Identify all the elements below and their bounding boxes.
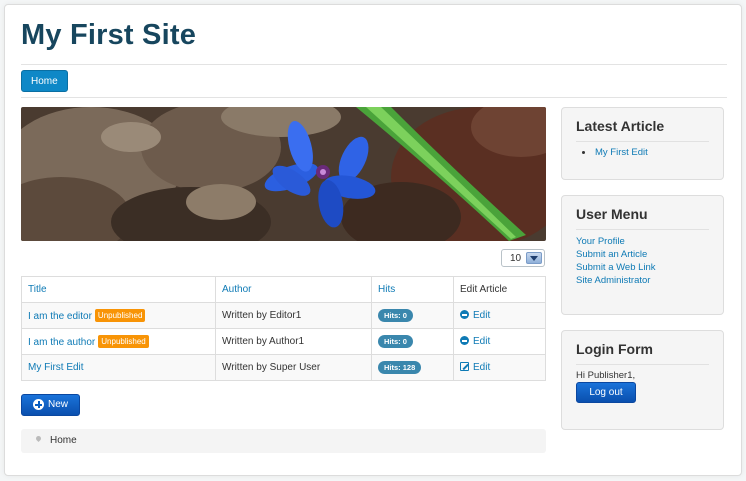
user-menu-your-profile[interactable]: Your Profile	[576, 235, 656, 248]
column-header-author[interactable]: Author	[215, 276, 372, 303]
user-menu-title: User Menu	[576, 206, 648, 222]
chevron-down-icon[interactable]	[526, 252, 542, 264]
latest-article-link[interactable]: My First Edit	[595, 147, 648, 158]
bullet-icon	[582, 151, 585, 154]
column-header-author-label[interactable]: Author	[222, 284, 251, 295]
table-row: I am the editor Unpublished Written by Ed…	[21, 302, 546, 329]
article-title-link[interactable]: I am the author	[28, 337, 95, 348]
login-greeting: Hi Publisher1,	[576, 370, 636, 381]
article-hits-cell: Hits: 0	[371, 328, 454, 355]
unpublished-badge: Unpublished	[94, 309, 146, 322]
article-author: Written by Author1	[215, 328, 372, 355]
article-hits-cell: Hits: 128	[371, 354, 454, 381]
module-divider	[576, 229, 709, 230]
login-form-title: Login Form	[576, 341, 653, 357]
edit-cell: Edit	[453, 354, 546, 381]
user-menu-submit-web-link[interactable]: Submit a Web Link	[576, 261, 656, 274]
article-title-cell: My First Edit	[21, 354, 216, 381]
article-title-cell: I am the editor Unpublished	[21, 302, 216, 329]
list-limit-value: 10	[510, 253, 522, 264]
plus-circle-icon	[33, 399, 44, 410]
checked-out-icon	[460, 310, 469, 319]
article-title-link[interactable]: I am the editor	[28, 311, 92, 322]
logout-button[interactable]: Log out	[576, 382, 636, 403]
article-hits-cell: Hits: 0	[371, 302, 454, 329]
edit-link[interactable]: Edit	[473, 336, 490, 347]
article-author: Written by Super User	[215, 354, 372, 381]
breadcrumb-home: Home	[50, 435, 77, 446]
checked-out-icon	[460, 336, 469, 345]
breadcrumb: Home	[21, 429, 546, 453]
column-header-title[interactable]: Title	[21, 276, 216, 303]
table-row: I am the author Unpublished Written by Au…	[21, 328, 546, 355]
article-title-link[interactable]: My First Edit	[28, 362, 84, 373]
edit-link[interactable]: Edit	[473, 310, 490, 321]
location-pin-icon	[34, 434, 43, 443]
latest-article-title: Latest Article	[576, 118, 665, 134]
table-row: My First Edit Written by Super User Hits…	[21, 354, 546, 381]
page-container: My First Site Home 10 Title Author Hits …	[4, 4, 742, 476]
user-menu-submit-article[interactable]: Submit an Article	[576, 248, 656, 261]
hero-image	[21, 107, 546, 241]
edit-cell: Edit	[453, 328, 546, 355]
column-header-title-label[interactable]: Title	[28, 284, 47, 295]
module-divider	[576, 364, 709, 365]
nav-home-button[interactable]: Home	[21, 70, 68, 92]
nav-divider	[21, 97, 727, 98]
articles-table: Title Author Hits Edit Article I am the …	[21, 276, 546, 381]
user-menu-links: Your Profile Submit an Article Submit a …	[576, 235, 656, 287]
column-header-hits-label[interactable]: Hits	[378, 284, 395, 295]
module-divider	[576, 141, 709, 142]
table-header-row: Title Author Hits Edit Article	[21, 276, 546, 303]
new-article-button[interactable]: New	[21, 394, 80, 416]
latest-article-module: Latest Article My First Edit	[561, 107, 724, 180]
edit-link[interactable]: Edit	[473, 362, 490, 373]
user-menu-module: User Menu Your Profile Submit an Article…	[561, 195, 724, 315]
hits-badge: Hits: 0	[378, 309, 413, 322]
column-header-edit-label: Edit Article	[460, 284, 508, 295]
flower-photo	[21, 107, 546, 241]
article-author: Written by Editor1	[215, 302, 372, 329]
column-header-hits[interactable]: Hits	[371, 276, 454, 303]
hits-badge: Hits: 128	[378, 361, 422, 374]
list-limit-select[interactable]: 10	[501, 249, 545, 267]
edit-cell: Edit	[453, 302, 546, 329]
column-header-edit: Edit Article	[453, 276, 546, 303]
hits-badge: Hits: 0	[378, 335, 413, 348]
site-title[interactable]: My First Site	[21, 19, 196, 52]
article-title-cell: I am the author Unpublished	[21, 328, 216, 355]
unpublished-badge: Unpublished	[98, 335, 149, 348]
login-form-module: Login Form Hi Publisher1, Log out	[561, 330, 724, 430]
header-divider	[21, 64, 727, 65]
new-article-label: New	[48, 399, 69, 410]
user-menu-site-administrator[interactable]: Site Administrator	[576, 274, 656, 287]
edit-pencil-icon	[460, 362, 469, 371]
